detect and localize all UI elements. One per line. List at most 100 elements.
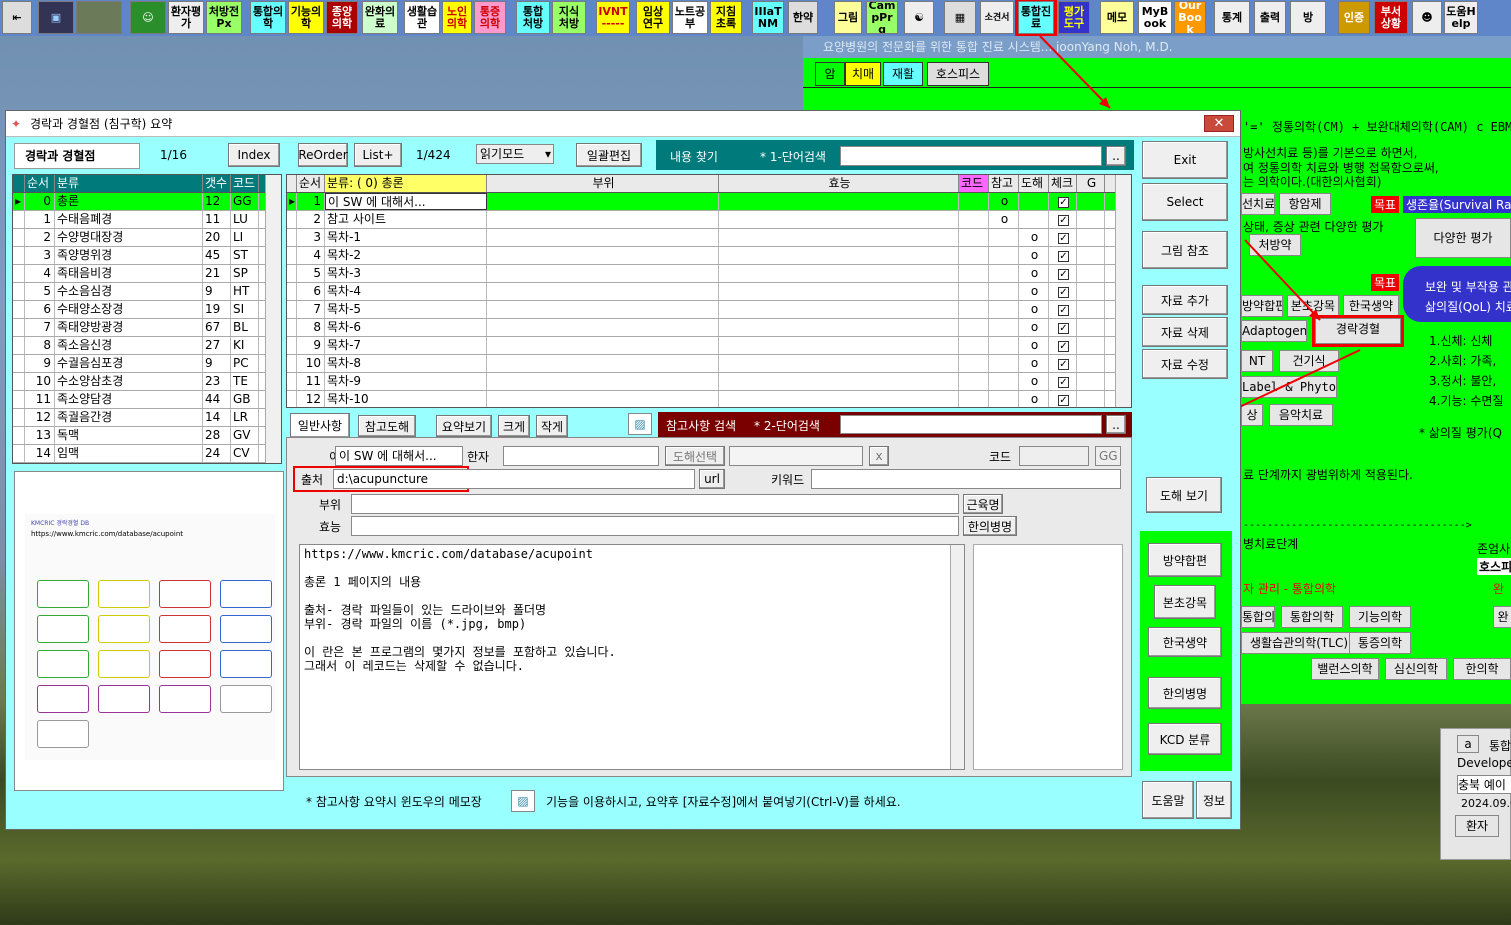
category-row[interactable]: 9 수궐음심포경 9 PC bbox=[13, 355, 281, 373]
tb-room[interactable]: 방 bbox=[1290, 1, 1326, 34]
batch-edit-button[interactable]: 일괄편집 bbox=[576, 143, 642, 167]
summary-view-button[interactable]: 요약보기 bbox=[436, 415, 492, 437]
memo-scrollbar[interactable] bbox=[950, 545, 964, 769]
record-row[interactable]: 2 참고 사이트 o ✓ bbox=[287, 211, 1131, 229]
close-button[interactable]: ✕ bbox=[1204, 115, 1234, 132]
url-button[interactable]: url bbox=[699, 469, 725, 489]
bg-pain-button[interactable]: 통증의학 bbox=[1349, 632, 1411, 654]
korean-disease-button[interactable]: 한의병명 bbox=[963, 516, 1017, 536]
source-field[interactable]: d:\acupuncture bbox=[333, 469, 695, 489]
tb-lifestyle[interactable]: 생활습관 bbox=[404, 1, 440, 34]
mini-a-button[interactable]: a bbox=[1457, 735, 1479, 753]
tab-dementia[interactable]: 치매 bbox=[845, 62, 881, 86]
edit-record-button[interactable]: 자료 수정 bbox=[1142, 349, 1228, 379]
bg-gigong-button[interactable]: 건기식 bbox=[1279, 350, 1339, 372]
record-row[interactable]: 4 목차-2 o ✓ bbox=[287, 247, 1131, 265]
bonchogangmok-button[interactable]: 본초강목 bbox=[1154, 585, 1216, 619]
zoom-out-button[interactable]: 작게 bbox=[536, 415, 568, 437]
bg-rx-button[interactable]: 처방약 bbox=[1249, 234, 1301, 256]
category-row[interactable]: 1 수태음폐경 11 LU bbox=[13, 211, 281, 229]
record-scrollbar[interactable] bbox=[1115, 175, 1131, 407]
search-2-button[interactable]: .. bbox=[1106, 415, 1126, 434]
memo-textarea[interactable]: https://www.kmcric.com/database/acupoint… bbox=[299, 544, 965, 770]
category-scrollbar[interactable] bbox=[265, 175, 281, 463]
category-row[interactable]: ▸ 0 총론 12 GG bbox=[13, 193, 281, 211]
category-row[interactable]: 10 수소양삼초경 23 TE bbox=[13, 373, 281, 391]
add-record-button[interactable]: 자료 추가 bbox=[1142, 285, 1228, 315]
muscle-button[interactable]: 근육명 bbox=[963, 494, 1003, 514]
tb-integrative[interactable]: 통합의학 bbox=[250, 1, 286, 34]
tb-patient-eval[interactable]: 환자평가 bbox=[168, 1, 204, 34]
record-row[interactable]: 11 목차-9 o ✓ bbox=[287, 373, 1131, 391]
bg-mindbody-button[interactable]: 심신의학 bbox=[1385, 658, 1447, 680]
category-row[interactable]: 4 족태음비경 21 SP bbox=[13, 265, 281, 283]
figure-field[interactable] bbox=[729, 446, 863, 466]
bg-korean-herb-button[interactable]: 한국생약 bbox=[1343, 295, 1399, 317]
hanja-field[interactable] bbox=[503, 446, 659, 466]
tb-stats[interactable]: 통계 bbox=[1214, 1, 1250, 34]
computer-icon[interactable]: ▣ bbox=[38, 1, 74, 34]
bg-functional-button[interactable]: 기능의학 bbox=[1349, 606, 1411, 628]
bg-wan-button[interactable]: 완 bbox=[1493, 606, 1511, 628]
tab-general[interactable]: 일반사항 bbox=[290, 413, 350, 437]
bg-tlc-button[interactable]: 생활습관의학(TLC) bbox=[1241, 632, 1357, 654]
checkbox[interactable]: ✓ bbox=[1058, 323, 1069, 334]
calendar-icon[interactable]: ▦ bbox=[944, 1, 976, 34]
tab-cancer[interactable]: 암 bbox=[815, 62, 845, 86]
search-input-2[interactable] bbox=[840, 415, 1102, 434]
category-row[interactable]: 14 임맥 24 CV bbox=[13, 445, 281, 463]
tab-hospice[interactable]: 호스피스 bbox=[927, 62, 989, 86]
checkbox[interactable]: ✓ bbox=[1058, 395, 1069, 406]
category-row[interactable]: 8 족소음신경 27 KI bbox=[13, 337, 281, 355]
tb-tnm[interactable]: IIIaTNM bbox=[752, 1, 784, 34]
effect-field[interactable] bbox=[351, 516, 959, 536]
category-row[interactable]: 13 독맥 28 GV bbox=[13, 427, 281, 445]
tb-oncology[interactable]: 종양의학 bbox=[326, 1, 358, 34]
checkbox[interactable]: ✓ bbox=[1058, 359, 1069, 370]
bg-treat-button[interactable]: 선치료 bbox=[1241, 193, 1275, 215]
record-row[interactable]: 7 목차-5 o ✓ bbox=[287, 301, 1131, 319]
category-row[interactable]: 5 수소음심경 9 HT bbox=[13, 283, 281, 301]
tb-ourbook[interactable]: OurBook bbox=[1174, 1, 1206, 34]
delete-record-button[interactable]: 자료 삭제 bbox=[1142, 317, 1228, 347]
bg-label-phyto-button[interactable]: Label & Phyto bbox=[1241, 376, 1337, 398]
reorder-button[interactable]: ReOrder bbox=[298, 143, 348, 167]
category-row[interactable]: 11 족소양담경 44 GB bbox=[13, 391, 281, 409]
tb-print[interactable]: 출력 bbox=[1254, 1, 1286, 34]
exit-button[interactable]: Exit bbox=[1142, 141, 1228, 179]
category-row[interactable]: 12 족궐음간경 14 LR bbox=[13, 409, 281, 427]
checkbox[interactable]: ✓ bbox=[1058, 305, 1069, 316]
part-field[interactable] bbox=[351, 494, 959, 514]
landscape-icon[interactable] bbox=[76, 1, 122, 34]
tb-mybook[interactable]: MyBook bbox=[1138, 1, 1172, 34]
doctor-icon[interactable]: ☺ bbox=[130, 1, 166, 34]
checkbox[interactable]: ✓ bbox=[1058, 251, 1069, 262]
name-field[interactable]: 이 SW 에 대해서... bbox=[335, 446, 463, 466]
record-row[interactable]: 3 목차-1 o ✓ bbox=[287, 229, 1131, 247]
korean-herb-button[interactable]: 한국생약 bbox=[1148, 627, 1222, 657]
select-figure-button[interactable]: 도해선택 bbox=[665, 446, 725, 466]
bg-balance-button[interactable]: 밸런스의학 bbox=[1311, 658, 1379, 680]
checkbox[interactable]: ✓ bbox=[1058, 341, 1069, 352]
bg-nt-button[interactable]: NT bbox=[1241, 350, 1273, 372]
tb-opinion[interactable]: 소견서 bbox=[980, 1, 1014, 34]
tb-palliative[interactable]: 완화의료 bbox=[362, 1, 398, 34]
mini-patient-button[interactable]: 환자 bbox=[1455, 815, 1499, 837]
tb-knowledge-rx[interactable]: 지식처방 bbox=[552, 1, 586, 34]
tb-herbal[interactable]: 한약 bbox=[788, 1, 818, 34]
checkbox[interactable]: ✓ bbox=[1058, 197, 1069, 208]
tb-guidelines[interactable]: 지침초록 bbox=[710, 1, 742, 34]
category-row[interactable]: 6 수태양소장경 19 SI bbox=[13, 301, 281, 319]
notepad-icon[interactable]: ▨ bbox=[628, 413, 652, 435]
tb-clinical[interactable]: 임상연구 bbox=[636, 1, 670, 34]
bg-bangyak-button[interactable]: 방약합편 bbox=[1241, 295, 1283, 317]
meditation-icon[interactable]: ☯ bbox=[904, 1, 934, 34]
bg-korean-med-button[interactable]: 한의학 bbox=[1453, 658, 1511, 680]
tb-pain[interactable]: 통증의학 bbox=[474, 1, 506, 34]
view-diagram-button[interactable]: 도해 보기 bbox=[1146, 477, 1222, 513]
zoom-in-button[interactable]: 크게 bbox=[498, 415, 530, 437]
kcd-class-button[interactable]: KCD 분류 bbox=[1148, 723, 1222, 755]
tb-cert[interactable]: 인증 bbox=[1338, 1, 1370, 34]
category-row[interactable]: 2 수양명대장경 20 LI bbox=[13, 229, 281, 247]
checkbox[interactable]: ✓ bbox=[1058, 233, 1069, 244]
